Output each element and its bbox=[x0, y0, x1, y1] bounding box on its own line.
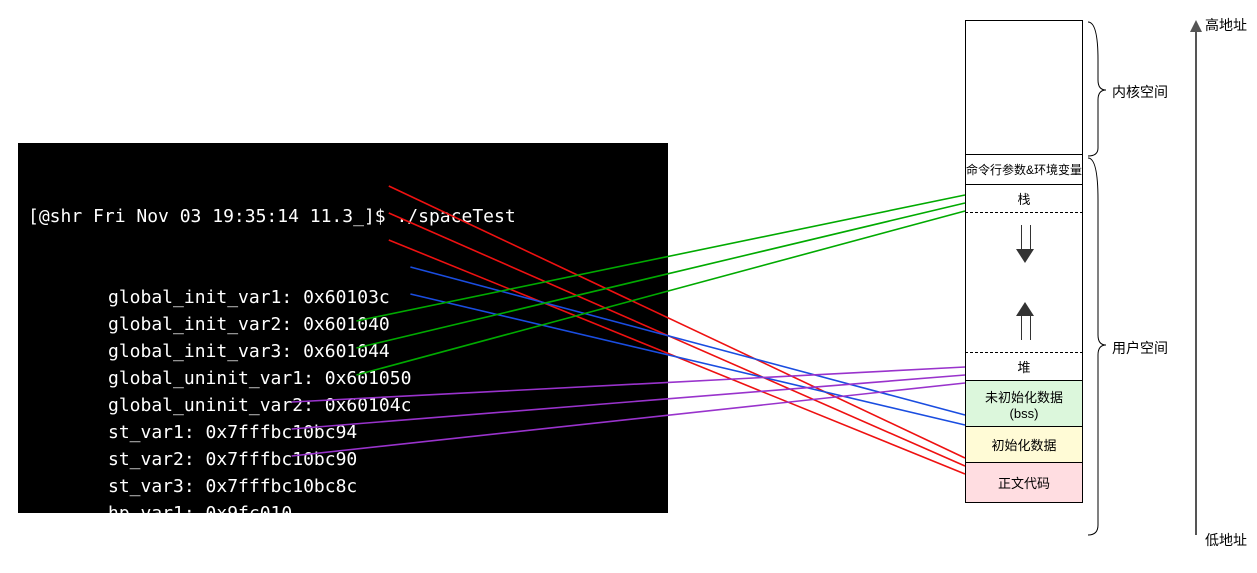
segment-argenv: 命令行参数&环境变量 bbox=[965, 155, 1083, 185]
terminal-row: global_uninit_var1: 0x601050 bbox=[108, 365, 658, 392]
terminal-row: st_var2: 0x7fffbc10bc90 bbox=[108, 446, 658, 473]
terminal-row: hp_var3: 0x9fc050 bbox=[108, 554, 658, 573]
terminal-row: st_var3: 0x7fffbc10bc8c bbox=[108, 473, 658, 500]
terminal-row: hp_var2: 0x9fc030 bbox=[108, 527, 658, 554]
memory-layout-diagram: 命令行参数&环境变量 栈 堆 未初始化数据 (bss) 初始化数据 正文代码 bbox=[965, 20, 1085, 503]
segment-kernel bbox=[965, 20, 1083, 155]
terminal-row: global_uninit_var2: 0x60104c bbox=[108, 392, 658, 419]
segment-grow-gap bbox=[965, 213, 1083, 353]
terminal-row: global_init_var1: 0x60103c bbox=[108, 284, 658, 311]
heap-grow-arrow-icon bbox=[1016, 302, 1034, 340]
label-low-addr: 低地址 bbox=[1205, 530, 1247, 550]
terminal-row: global_init_var2: 0x601040 bbox=[108, 311, 658, 338]
stack-grow-arrow-icon bbox=[1016, 225, 1034, 263]
address-axis-arrow-icon bbox=[1195, 30, 1197, 535]
segment-bss: 未初始化数据 (bss) bbox=[965, 381, 1083, 427]
segment-heap: 堆 bbox=[965, 353, 1083, 381]
terminal-row: hp_var1: 0x9fc010 bbox=[108, 500, 658, 527]
terminal-row: st_var1: 0x7fffbc10bc94 bbox=[108, 419, 658, 446]
label-user-space: 用户空间 bbox=[1112, 338, 1168, 358]
label-high-addr: 高地址 bbox=[1205, 15, 1247, 35]
segment-text: 正文代码 bbox=[965, 463, 1083, 503]
terminal-prompt: [@shr Fri Nov 03 19:35:14 11.3_]$ ./spac… bbox=[28, 203, 658, 230]
label-kernel-space: 内核空间 bbox=[1112, 82, 1168, 102]
segment-data: 初始化数据 bbox=[965, 427, 1083, 463]
segment-stack: 栈 bbox=[965, 185, 1083, 213]
terminal-output: [@shr Fri Nov 03 19:35:14 11.3_]$ ./spac… bbox=[18, 143, 668, 513]
terminal-row: global_init_var3: 0x601044 bbox=[108, 338, 658, 365]
